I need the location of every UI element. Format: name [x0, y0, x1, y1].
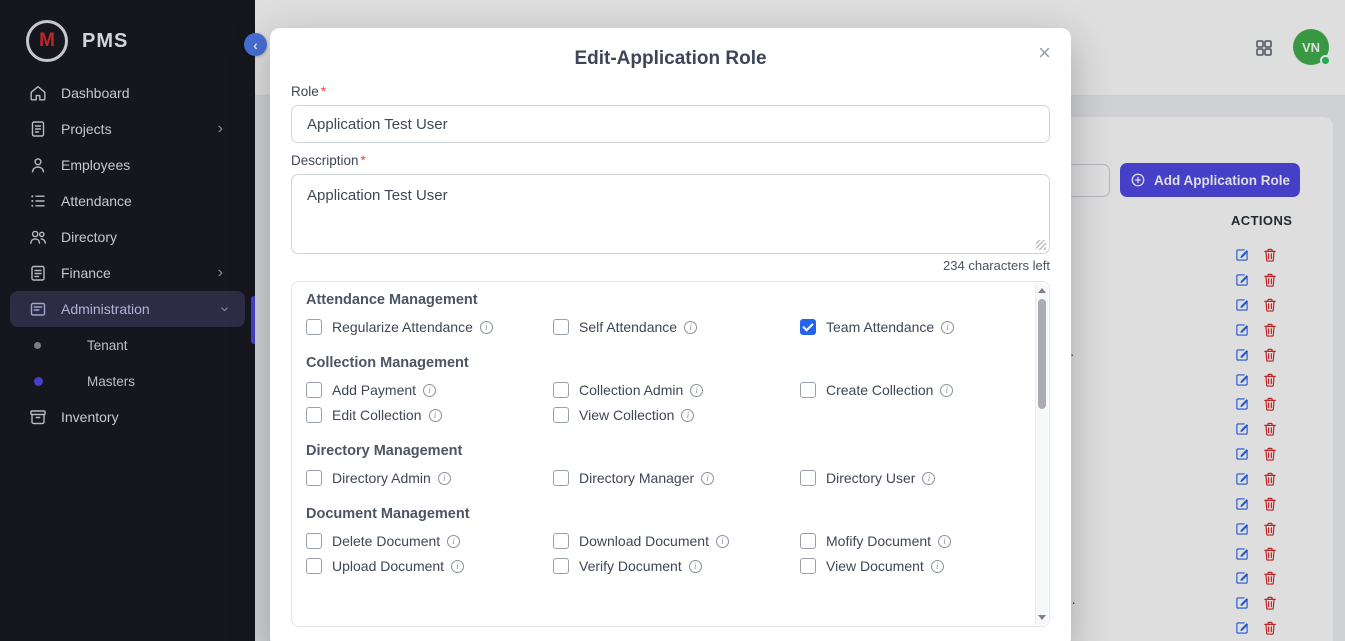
permissions-panel: Attendance Management Regularize Attenda…: [291, 281, 1050, 627]
permission-collection-admin[interactable]: Collection Admin i: [553, 382, 800, 398]
info-icon[interactable]: i: [922, 472, 935, 485]
close-icon[interactable]: ×: [1034, 38, 1055, 68]
modal-title: Edit-Application Role: [291, 48, 1050, 70]
permission-label: Upload Document: [332, 558, 444, 574]
info-icon[interactable]: i: [938, 535, 951, 548]
section-title: Document Management: [306, 506, 1019, 522]
info-icon[interactable]: i: [684, 321, 697, 334]
info-icon[interactable]: i: [931, 560, 944, 573]
checkbox[interactable]: [800, 558, 816, 574]
info-icon[interactable]: i: [681, 409, 694, 422]
permission-directory-admin[interactable]: Directory Admin i: [306, 470, 553, 486]
permission-delete-document[interactable]: Delete Document i: [306, 533, 553, 549]
permission-download-document[interactable]: Download Document i: [553, 533, 800, 549]
permission-section-directory: Directory Management Directory Admin i D…: [306, 443, 1019, 486]
checkbox[interactable]: [553, 407, 569, 423]
info-icon[interactable]: i: [689, 560, 702, 573]
description-textarea-wrap: Application Test User: [291, 174, 1050, 254]
checkbox[interactable]: [306, 533, 322, 549]
required-marker: *: [321, 84, 326, 99]
permission-label: Regularize Attendance: [332, 319, 473, 335]
permission-label: Team Attendance: [826, 319, 934, 335]
permission-grid: Add Payment i Collection Admin i Create …: [306, 382, 1019, 423]
checkbox[interactable]: [800, 470, 816, 486]
info-icon[interactable]: i: [716, 535, 729, 548]
section-title: Collection Management: [306, 355, 1019, 371]
description-label-text: Description: [291, 153, 359, 168]
checkbox[interactable]: [553, 382, 569, 398]
checkbox[interactable]: [553, 533, 569, 549]
permission-section-attendance: Attendance Management Regularize Attenda…: [306, 292, 1019, 335]
checkbox[interactable]: [306, 558, 322, 574]
info-icon[interactable]: i: [940, 384, 953, 397]
scroll-up-arrow-icon[interactable]: [1036, 284, 1048, 297]
info-icon[interactable]: i: [480, 321, 493, 334]
permission-verify-document[interactable]: Verify Document i: [553, 558, 800, 574]
permission-create-collection[interactable]: Create Collection i: [800, 382, 1019, 398]
permission-label: Self Attendance: [579, 319, 677, 335]
permission-upload-document[interactable]: Upload Document i: [306, 558, 553, 574]
permission-label: Download Document: [579, 533, 709, 549]
permission-directory-user[interactable]: Directory User i: [800, 470, 1019, 486]
checkbox[interactable]: [306, 407, 322, 423]
permission-label: Verify Document: [579, 558, 682, 574]
permission-edit-collection[interactable]: Edit Collection i: [306, 407, 553, 423]
info-icon[interactable]: i: [690, 384, 703, 397]
permission-label: Directory Manager: [579, 470, 694, 486]
permission-grid: Regularize Attendance i Self Attendance …: [306, 319, 1019, 335]
info-icon[interactable]: i: [451, 560, 464, 573]
checkbox[interactable]: [800, 319, 816, 335]
permission-self-attendance[interactable]: Self Attendance i: [553, 319, 800, 335]
permission-view-document[interactable]: View Document i: [800, 558, 1019, 574]
permission-label: View Collection: [579, 407, 674, 423]
permission-section-collection: Collection Management Add Payment i Coll…: [306, 355, 1019, 423]
permission-section-document: Document Management Delete Document i Do…: [306, 506, 1019, 574]
role-field-label: Role*: [291, 84, 1050, 99]
checkbox[interactable]: [306, 470, 322, 486]
permission-label: Directory Admin: [332, 470, 431, 486]
permission-label: Mofify Document: [826, 533, 931, 549]
description-textarea[interactable]: Application Test User: [291, 174, 1050, 254]
checkbox[interactable]: [306, 319, 322, 335]
info-icon[interactable]: i: [438, 472, 451, 485]
permission-grid: Delete Document i Download Document i Mo…: [306, 533, 1019, 574]
checkbox[interactable]: [800, 382, 816, 398]
permission-label: View Document: [826, 558, 924, 574]
scrollbar-thumb[interactable]: [1038, 299, 1046, 409]
checkbox[interactable]: [553, 319, 569, 335]
permission-add-payment[interactable]: Add Payment i: [306, 382, 553, 398]
permission-grid: Directory Admin i Directory Manager i Di…: [306, 470, 1019, 486]
edit-application-role-modal: × Edit-Application Role Role* Descriptio…: [270, 28, 1071, 641]
checkbox[interactable]: [800, 533, 816, 549]
app-root: VN Add Application Role ACTIONS: [0, 0, 1345, 641]
permission-regularize-attendance[interactable]: Regularize Attendance i: [306, 319, 553, 335]
permission-directory-manager[interactable]: Directory Manager i: [553, 470, 800, 486]
section-title: Directory Management: [306, 443, 1019, 459]
permission-mofify-document[interactable]: Mofify Document i: [800, 533, 1019, 549]
permission-view-collection[interactable]: View Collection i: [553, 407, 800, 423]
permission-label: Add Payment: [332, 382, 416, 398]
info-icon[interactable]: i: [701, 472, 714, 485]
characters-left-counter: 234 characters left: [291, 258, 1050, 273]
section-title: Attendance Management: [306, 292, 1019, 308]
checkbox[interactable]: [553, 470, 569, 486]
permission-label: Collection Admin: [579, 382, 683, 398]
role-label-text: Role: [291, 84, 319, 99]
checkbox[interactable]: [553, 558, 569, 574]
permission-label: Directory User: [826, 470, 915, 486]
checkbox[interactable]: [306, 382, 322, 398]
permission-label: Edit Collection: [332, 407, 422, 423]
info-icon[interactable]: i: [447, 535, 460, 548]
info-icon[interactable]: i: [423, 384, 436, 397]
permission-label: Delete Document: [332, 533, 440, 549]
description-field-label: Description*: [291, 153, 1050, 168]
role-input[interactable]: [291, 105, 1050, 143]
info-icon[interactable]: i: [429, 409, 442, 422]
panel-scrollbar: [1035, 283, 1048, 625]
permission-team-attendance[interactable]: Team Attendance i: [800, 319, 1019, 335]
scroll-down-arrow-icon[interactable]: [1036, 611, 1048, 624]
info-icon[interactable]: i: [941, 321, 954, 334]
permission-label: Create Collection: [826, 382, 933, 398]
required-marker: *: [361, 153, 366, 168]
